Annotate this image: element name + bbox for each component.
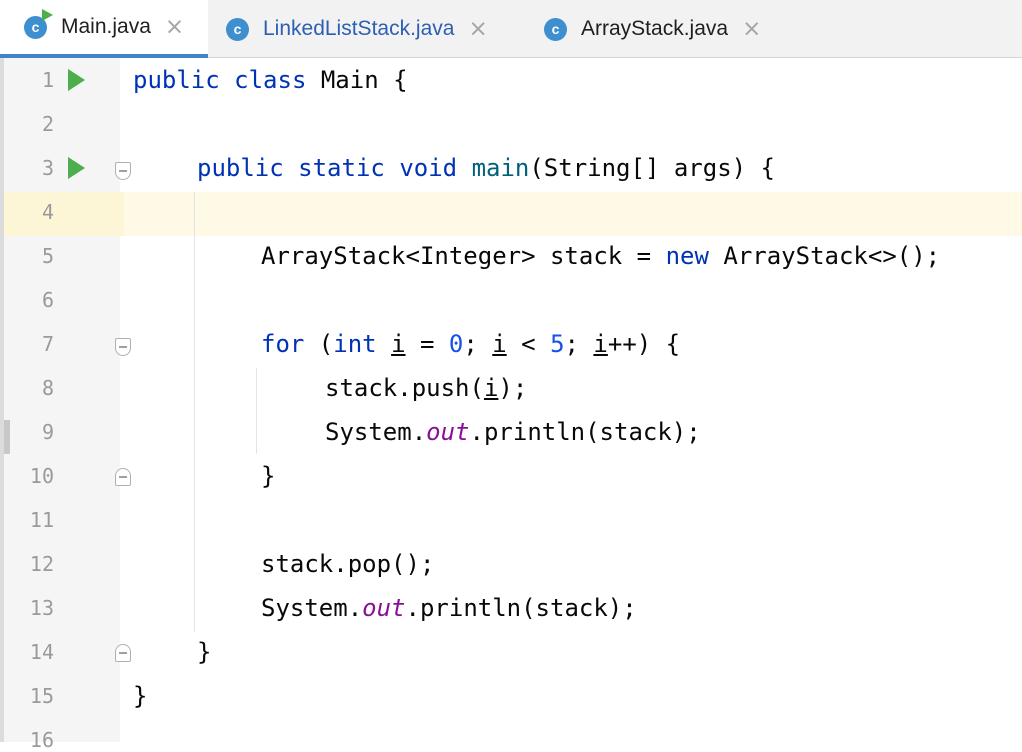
- code-line-14: }: [197, 638, 212, 666]
- run-class-icon[interactable]: [68, 69, 85, 91]
- java-class-icon: c: [226, 17, 249, 41]
- fold-for-loop-icon[interactable]: [115, 338, 131, 356]
- tab-label: ArrayStack.java: [581, 17, 729, 40]
- unfold-end-icon[interactable]: [115, 644, 131, 662]
- tab-label: LinkedListStack.java: [263, 17, 455, 40]
- code-editor[interactable]: 1 2 3 4 5 6 7 8 9 10 11 12 13 14 15 16 p…: [0, 58, 1022, 752]
- tab-arraystack-java[interactable]: c ArrayStack.java ×: [544, 0, 804, 58]
- code-line-5: ArrayStack<Integer> stack = new ArraySta…: [261, 242, 941, 270]
- close-tab-icon[interactable]: ×: [468, 16, 487, 42]
- line-number: 7: [41, 332, 54, 356]
- java-class-icon: c: [544, 17, 567, 41]
- line-number: 11: [29, 508, 54, 532]
- code-line-10: }: [261, 462, 276, 490]
- tab-linkedliststack-java[interactable]: c LinkedListStack.java ×: [226, 0, 522, 58]
- line-number: 16: [29, 728, 54, 752]
- tab-main-java[interactable]: c Main.java ×: [0, 0, 208, 58]
- editor-gutter: 1 2 3 4 5 6 7 8 9 10 11 12 13 14 15 16: [0, 58, 131, 752]
- line-number: 12: [29, 552, 54, 576]
- code-line-13: System.out.println(stack);: [261, 594, 637, 622]
- code-line-1: public class Main {: [133, 66, 408, 94]
- code-line-3: public static void main(String[] args) {: [197, 154, 775, 182]
- line-number: 2: [41, 112, 54, 136]
- code-text[interactable]: public class Main { public static void m…: [133, 58, 1022, 742]
- line-number: 15: [29, 684, 54, 708]
- line-number: 10: [29, 464, 54, 488]
- java-class-icon: c: [24, 8, 53, 39]
- line-number: 5: [41, 244, 54, 268]
- fold-method-icon[interactable]: [115, 162, 131, 180]
- code-line-12: stack.pop();: [261, 550, 435, 578]
- close-tab-icon[interactable]: ×: [742, 16, 761, 42]
- run-main-method-icon[interactable]: [68, 157, 85, 179]
- run-config-flag-icon: [42, 8, 53, 21]
- code-line-15: }: [133, 682, 148, 710]
- code-line-7: for (int i = 0; i < 5; i++) {: [261, 330, 681, 358]
- line-number: 3: [41, 156, 54, 180]
- code-line-8: stack.push(i);: [325, 374, 528, 402]
- unfold-end-icon[interactable]: [115, 468, 131, 486]
- line-number: 13: [29, 596, 54, 620]
- editor-tab-bar: c Main.java × c LinkedListStack.java × c…: [0, 0, 1022, 58]
- line-number: 14: [29, 640, 54, 664]
- code-line-9: System.out.println(stack);: [325, 418, 701, 446]
- line-number: 9: [41, 420, 54, 444]
- line-number: 1: [41, 68, 54, 92]
- close-tab-icon[interactable]: ×: [165, 14, 184, 40]
- line-number: 6: [41, 288, 54, 312]
- tab-label: Main.java: [61, 15, 151, 38]
- line-number: 4: [41, 200, 54, 224]
- line-number: 8: [41, 376, 54, 400]
